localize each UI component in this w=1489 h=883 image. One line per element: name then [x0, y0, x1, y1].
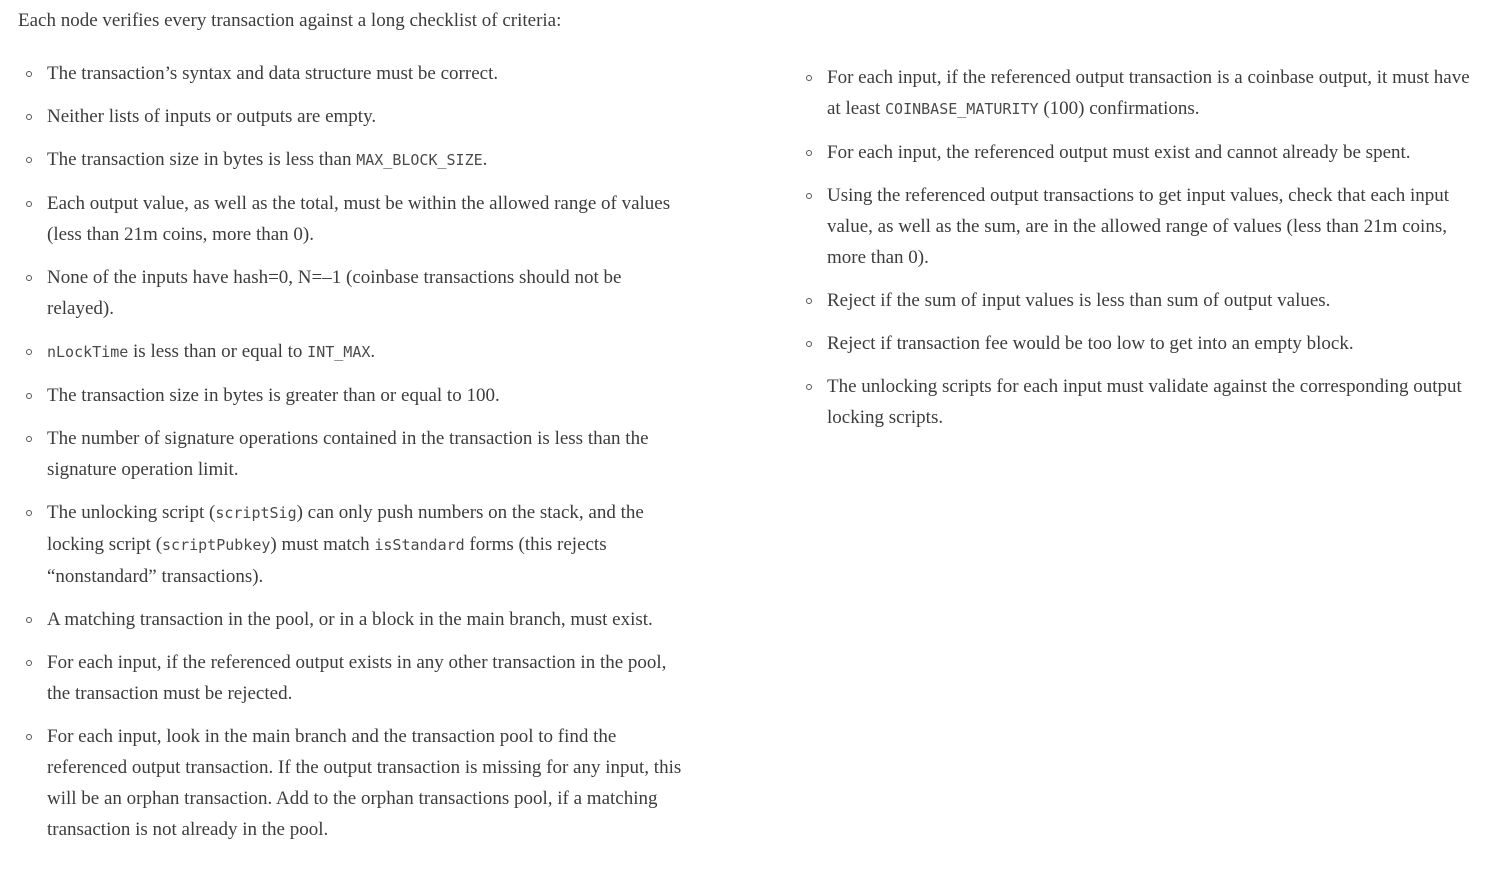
- criteria-item: The transaction’s syntax and data struct…: [26, 58, 691, 89]
- item-text: The transaction size in bytes is greater…: [47, 385, 500, 406]
- inline-code: nLockTime: [47, 343, 129, 361]
- inline-code: INT_MAX: [307, 343, 371, 361]
- criteria-item: A matching transaction in the pool, or i…: [26, 604, 691, 635]
- item-text: For each input, if the referenced output…: [47, 652, 667, 704]
- bullet-icon: [26, 734, 32, 740]
- bullet-icon: [26, 436, 32, 442]
- criteria-item: None of the inputs have hash=0, N=–1 (co…: [26, 262, 691, 324]
- criteria-item: The transaction size in bytes is less th…: [26, 144, 691, 176]
- item-text: .: [482, 149, 488, 170]
- bullet-icon: [26, 393, 32, 399]
- item-text: The transaction’s syntax and data struct…: [47, 63, 499, 84]
- item-text: Each output value, as well as the total,…: [47, 193, 671, 245]
- item-text: The unlocking script (: [47, 502, 216, 523]
- criteria-list-left: The transaction’s syntax and data struct…: [26, 58, 691, 857]
- item-text: ) must match: [270, 534, 375, 555]
- item-text: Using the referenced output transactions…: [827, 185, 1450, 268]
- item-text: .: [370, 341, 376, 362]
- item-text: is less than or equal to: [128, 341, 308, 362]
- bullet-icon: [806, 384, 812, 390]
- bullet-icon: [26, 510, 32, 516]
- item-text: A matching transaction in the pool, or i…: [47, 609, 653, 630]
- item-text: None of the inputs have hash=0, N=–1 (co…: [47, 267, 622, 319]
- criteria-item: Reject if transaction fee would be too l…: [806, 328, 1471, 359]
- bullet-icon: [26, 114, 32, 120]
- criteria-item: The number of signature operations conta…: [26, 423, 691, 485]
- bullet-icon: [806, 75, 812, 81]
- criteria-item: Neither lists of inputs or outputs are e…: [26, 101, 691, 132]
- criteria-item: For each input, if the referenced output…: [26, 647, 691, 709]
- inline-code: MAX_BLOCK_SIZE: [356, 151, 483, 169]
- item-text: The transaction size in bytes is less th…: [47, 149, 357, 170]
- item-text: Reject if transaction fee would be too l…: [827, 333, 1354, 354]
- criteria-item: Using the referenced output transactions…: [806, 180, 1471, 273]
- criteria-item: nLockTime is less than or equal to INT_M…: [26, 336, 691, 368]
- intro-text: Each node verifies every transaction aga…: [18, 10, 562, 31]
- item-text: For each input, look in the main branch …: [47, 726, 682, 840]
- item-text: Neither lists of inputs or outputs are e…: [47, 106, 377, 127]
- criteria-item: Each output value, as well as the total,…: [26, 188, 691, 250]
- criteria-item: The unlocking script (scriptSig) can onl…: [26, 497, 691, 592]
- bullet-icon: [26, 71, 32, 77]
- bullet-icon: [26, 349, 32, 355]
- criteria-item: For each input, if the referenced output…: [806, 62, 1471, 125]
- bullet-icon: [806, 341, 812, 347]
- item-text: (100) confirmations.: [1038, 98, 1200, 119]
- bullet-icon: [806, 193, 812, 199]
- criteria-list-right: For each input, if the referenced output…: [806, 62, 1471, 445]
- criteria-item: Reject if the sum of input values is les…: [806, 285, 1471, 316]
- criteria-item: For each input, the referenced output mu…: [806, 137, 1471, 168]
- inline-code: scriptPubkey: [162, 536, 271, 554]
- bullet-icon: [26, 275, 32, 281]
- item-text: The number of signature operations conta…: [47, 428, 649, 480]
- inline-code: COINBASE_MATURITY: [885, 100, 1039, 118]
- bullet-icon: [806, 150, 812, 156]
- bullet-icon: [26, 660, 32, 666]
- criteria-item: For each input, look in the main branch …: [26, 721, 691, 845]
- criteria-item: The transaction size in bytes is greater…: [26, 380, 691, 411]
- bullet-icon: [806, 298, 812, 304]
- inline-code: isStandard: [374, 536, 465, 554]
- item-text: For each input, the referenced output mu…: [827, 142, 1411, 163]
- inline-code: scriptSig: [215, 504, 297, 522]
- bullet-icon: [26, 617, 32, 623]
- item-text: Reject if the sum of input values is les…: [827, 290, 1331, 311]
- bullet-icon: [26, 201, 32, 207]
- bullet-icon: [26, 157, 32, 163]
- item-text: The unlocking scripts for each input mus…: [827, 376, 1462, 428]
- criteria-item: The unlocking scripts for each input mus…: [806, 371, 1471, 433]
